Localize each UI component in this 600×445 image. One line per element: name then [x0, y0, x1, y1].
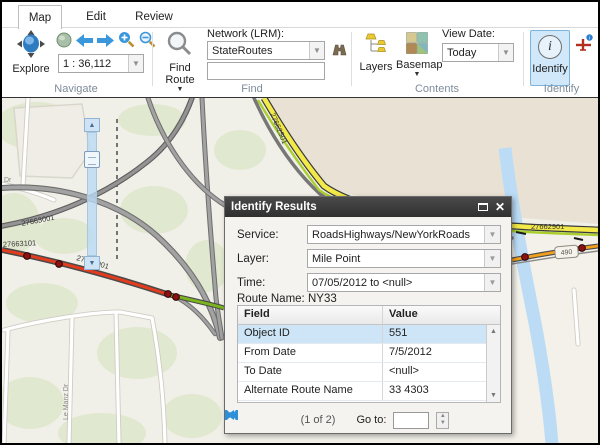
group-label-identify: Identify: [525, 83, 598, 95]
attributes-table: Field Value Object ID 551 From Date 7/5/…: [237, 305, 501, 403]
group-separator: [152, 32, 153, 86]
street-name-label: Le Manz Dr: [63, 383, 70, 420]
street-name-label: Dr: [4, 177, 12, 184]
zoom-slider-handle[interactable]: [84, 151, 100, 168]
ribbon: Explore 1 : 36,112 ▼ Navigate FindRoute: [2, 28, 598, 97]
chevron-down-icon[interactable]: ▼: [309, 42, 324, 59]
service-label: Service:: [237, 225, 279, 244]
route-value-field[interactable]: [207, 62, 325, 80]
spinner-up-icon[interactable]: ▲: [440, 413, 446, 420]
group-label-navigate: Navigate: [2, 83, 150, 95]
scroll-up-icon[interactable]: ▲: [487, 325, 500, 338]
table-row[interactable]: From Date 7/5/2012: [238, 344, 500, 363]
globe-icon[interactable]: [56, 32, 72, 53]
route-id-label: 27663101: [3, 238, 37, 249]
explore-compass-icon: [16, 45, 46, 62]
spinner-down-icon[interactable]: ▼: [440, 420, 446, 427]
tab-map[interactable]: Map: [18, 5, 62, 29]
zoom-slider-up-button[interactable]: ▲: [84, 118, 100, 132]
explore-button[interactable]: Explore: [8, 30, 54, 82]
ribbon-tab-bar: Map Edit Review: [2, 2, 598, 28]
service-combobox[interactable]: RoadsHighways/NewYorkRoads ▼: [307, 225, 501, 244]
layer-combobox[interactable]: Mile Point ▼: [307, 249, 501, 268]
group-label-find: Find: [154, 83, 350, 95]
basemap-tiles-icon: [406, 41, 428, 58]
chevron-down-icon: ▼: [396, 71, 438, 78]
route-id-label: 27662901: [531, 222, 564, 231]
route-shield: 490: [555, 245, 579, 259]
group-separator: [523, 32, 524, 86]
chevron-down-icon[interactable]: ▼: [484, 274, 500, 291]
map-view[interactable]: 490 27663001 27663101 27935001 27662901 …: [2, 97, 598, 443]
identify-route-characteristics-icon[interactable]: i: [574, 34, 594, 57]
panel-title: Identify Results: [231, 201, 317, 213]
chevron-down-icon[interactable]: ▼: [498, 44, 513, 61]
route-name-value: NY33: [308, 293, 337, 305]
chevron-down-icon[interactable]: ▼: [484, 226, 500, 243]
scroll-down-icon[interactable]: ▼: [487, 389, 500, 402]
zoom-slider-down-button[interactable]: ▼: [84, 256, 100, 270]
tab-edit[interactable]: Edit: [74, 5, 118, 29]
group-label-contents: Contents: [353, 83, 521, 95]
close-icon[interactable]: ✕: [495, 202, 505, 212]
svg-text:490: 490: [560, 249, 572, 257]
zoom-out-icon[interactable]: [139, 31, 156, 53]
map-zoom-slider[interactable]: ▲ ▼: [84, 118, 100, 270]
network-lrm-combobox[interactable]: StateRoutes ▼: [207, 41, 325, 60]
chevron-down-icon[interactable]: ▼: [484, 250, 500, 267]
find-route-magnifier-icon: [167, 44, 193, 61]
view-date-label: View Date:: [442, 28, 495, 40]
find-route-button[interactable]: FindRoute ▼: [160, 31, 200, 91]
layers-button[interactable]: Layers: [358, 32, 394, 88]
network-lrm-label: Network (LRM):: [207, 28, 284, 40]
identify-results-panel: Identify Results ✕ Service: RoadsHighway…: [224, 196, 512, 434]
forward-arrow-icon[interactable]: [97, 34, 114, 52]
layer-label: Layer:: [237, 249, 269, 268]
chevron-down-icon[interactable]: ▼: [128, 55, 143, 72]
table-scrollbar[interactable]: ▲ ▼: [486, 325, 500, 402]
table-row[interactable]: Object ID 551: [238, 325, 500, 344]
goto-label: Go to:: [356, 414, 386, 426]
maximize-icon[interactable]: [478, 203, 488, 211]
table-row[interactable]: Alternate Route Name 33 4303: [238, 382, 500, 401]
identify-results-titlebar[interactable]: Identify Results ✕: [225, 197, 511, 217]
zoom-in-icon[interactable]: [118, 31, 135, 53]
back-arrow-icon[interactable]: [76, 34, 93, 52]
group-separator: [351, 32, 352, 86]
identify-button[interactable]: i Identify: [530, 30, 570, 86]
table-row[interactable]: To Date <null>: [238, 363, 500, 382]
scale-combobox[interactable]: 1 : 36,112 ▼: [58, 54, 144, 73]
goto-page-input[interactable]: [393, 412, 429, 429]
table-header: Field Value: [238, 306, 500, 325]
pagination-bar: (1 of 2) Go to: ▲▼: [225, 409, 511, 431]
tab-review[interactable]: Review: [128, 5, 180, 29]
app-window: Map Edit Review Explore: [0, 0, 600, 445]
page-indicator: (1 of 2): [301, 414, 336, 426]
goto-spinner[interactable]: ▲▼: [436, 412, 449, 429]
layers-tree-icon: [364, 43, 388, 60]
binoculars-icon[interactable]: [332, 42, 347, 61]
view-date-combobox[interactable]: Today ▼: [442, 43, 514, 62]
identify-i-icon: i: [538, 35, 562, 59]
